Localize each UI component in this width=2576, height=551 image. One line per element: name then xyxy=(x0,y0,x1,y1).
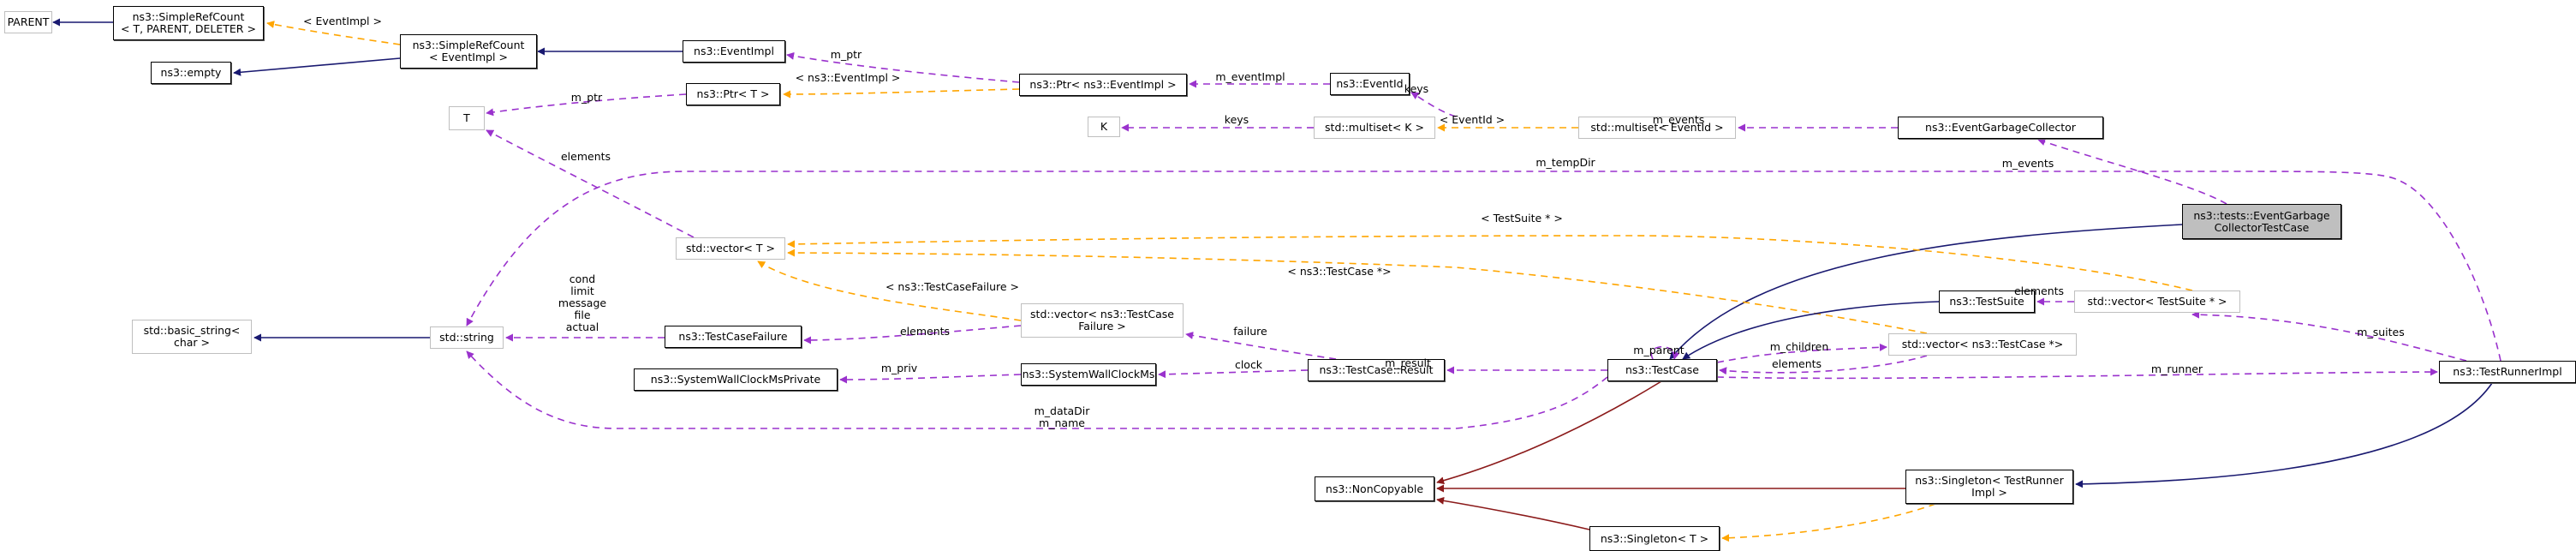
edge-label-template-testcasefailure: < ns3::TestCaseFailure > xyxy=(885,280,1020,293)
edge-label-m-eventimpl: m_eventImpl xyxy=(1215,70,1285,83)
edge-testrunnerimpl-to-singleton-testrunnerimpl xyxy=(2075,382,2493,488)
collaboration-diagram: PARENT ns3::SimpleRefCount < T, PARENT, … xyxy=(0,0,2576,551)
edge-label-keys-eventid: keys xyxy=(1404,82,1429,95)
node-vector-testsuite-ptr[interactable]: std::vector< TestSuite * > xyxy=(2074,290,2240,313)
edge-label-m-tempdir: m_tempDir xyxy=(1535,156,1595,169)
edge-systemwallclockms-to-systemwallclockmsprivate xyxy=(839,374,1022,384)
edge-label-elements-testcase: elements xyxy=(1771,357,1822,370)
edge-label-m-children: m_children xyxy=(1769,340,1829,353)
edge-simplerefcount-eventimpl-to-empty xyxy=(233,57,401,76)
node-simplerefcount-eventimpl[interactable]: ns3::SimpleRefCount < EventImpl > xyxy=(400,34,537,69)
edge-testrunnerimpl-to-vector-testsuite-ptr xyxy=(2191,310,2467,362)
node-string[interactable]: std::string xyxy=(430,326,504,349)
node-systemwallclockmsprivate[interactable]: ns3::SystemWallClockMsPrivate xyxy=(634,368,838,391)
edge-label-clock: clock xyxy=(1234,358,1263,371)
edge-label-m-result: m_result xyxy=(1385,356,1431,369)
edge-singleton-testrunnerimpl-to-singleton-t xyxy=(1721,503,1936,542)
edge-label-failure-fields: cond limit message file actual xyxy=(558,273,607,333)
edge-label-m-runner: m_runner xyxy=(2150,362,2203,375)
edge-label-template-testcase-ptr: < ns3::TestCase *> xyxy=(1287,265,1392,278)
node-singleton-t[interactable]: ns3::Singleton< T > xyxy=(1589,526,1720,551)
edge-label-keys-k: keys xyxy=(1224,113,1249,126)
edge-label-template-ns3-eventimpl: < ns3::EventImpl > xyxy=(795,71,901,84)
node-t[interactable]: T xyxy=(449,106,485,130)
node-vector-t[interactable]: std::vector< T > xyxy=(676,237,785,260)
node-basic-string[interactable]: std::basic_string< char > xyxy=(132,320,252,354)
edge-label-m-ptr-eventimpl: m_ptr xyxy=(830,48,862,61)
node-systemwallclockms[interactable]: ns3::SystemWallClockMs xyxy=(1021,363,1156,386)
edge-label-elements-testsuite: elements xyxy=(2013,284,2065,297)
edge-ptr-eventimpl-to-ptr-t xyxy=(783,88,1020,99)
edge-testcase-to-testrunnerimpl xyxy=(1716,368,2438,380)
edge-testcase-result-to-vector-testcasefailure xyxy=(1185,331,1337,360)
node-singleton-testrunnerimpl[interactable]: ns3::Singleton< TestRunner Impl > xyxy=(1905,470,2073,504)
edge-label-template-testsuite-ptr: < TestSuite * > xyxy=(1481,212,1563,225)
edge-label-template-eventid: < EventId > xyxy=(1439,113,1506,126)
node-testrunnerimpl[interactable]: ns3::TestRunnerImpl xyxy=(2439,361,2576,383)
edge-label-elements-t: elements xyxy=(560,150,611,163)
node-egc-testcase-focus[interactable]: ns3::tests::EventGarbage CollectorTestCa… xyxy=(2182,204,2341,239)
edge-label-elements-failure: elements xyxy=(899,325,951,338)
node-eventimpl[interactable]: ns3::EventImpl xyxy=(683,40,785,63)
node-ptr-eventimpl[interactable]: ns3::Ptr< ns3::EventImpl > xyxy=(1019,74,1187,96)
node-ptr-t[interactable]: ns3::Ptr< T > xyxy=(686,83,780,105)
edge-testcase-to-noncopyable xyxy=(1436,380,1662,485)
node-testcase[interactable]: ns3::TestCase xyxy=(1607,359,1717,381)
node-eventgarbagecollector[interactable]: ns3::EventGarbageCollector xyxy=(1898,117,2103,139)
edge-label-m-parent: m_parent xyxy=(1633,344,1685,356)
node-vector-testcase-ptr[interactable]: std::vector< ns3::TestCase *> xyxy=(1888,333,2077,356)
node-simplerefcount-generic[interactable]: ns3::SimpleRefCount < T, PARENT, DELETER… xyxy=(113,6,264,40)
edge-label-m-events-multiset: m_events xyxy=(1652,113,1705,126)
node-parent[interactable]: PARENT xyxy=(4,11,52,33)
node-eventid[interactable]: ns3::EventId xyxy=(1330,73,1410,95)
node-multiset-k[interactable]: std::multiset< K > xyxy=(1314,117,1435,139)
edge-vector-testcase-ptr-to-testcase xyxy=(1719,355,1928,375)
node-empty[interactable]: ns3::empty xyxy=(151,62,231,84)
node-vector-testcasefailure[interactable]: std::vector< ns3::TestCase Failure > xyxy=(1021,303,1184,338)
edge-label-m-suites: m_suites xyxy=(2357,326,2405,338)
node-noncopyable[interactable]: ns3::NonCopyable xyxy=(1315,476,1434,501)
edge-vector-t-to-t xyxy=(486,129,695,238)
edge-label-m-datadir-m-name: m_dataDir m_name xyxy=(1034,404,1090,429)
edge-singleton-t-to-noncopyable xyxy=(1436,496,1590,530)
edge-label-m-ptr-t: m_ptr xyxy=(570,91,603,104)
edge-label-m-events-egc: m_events xyxy=(2001,157,2054,170)
edge-label-m-priv: m_priv xyxy=(880,362,918,374)
node-k[interactable]: K xyxy=(1088,117,1120,137)
edge-testcase-result-to-systemwallclockms xyxy=(1158,369,1309,379)
edge-label-template-eventimpl: < EventImpl > xyxy=(303,15,382,27)
node-testcasefailure[interactable]: ns3::TestCaseFailure xyxy=(665,326,802,348)
edge-label-failure: failure xyxy=(1233,325,1267,338)
